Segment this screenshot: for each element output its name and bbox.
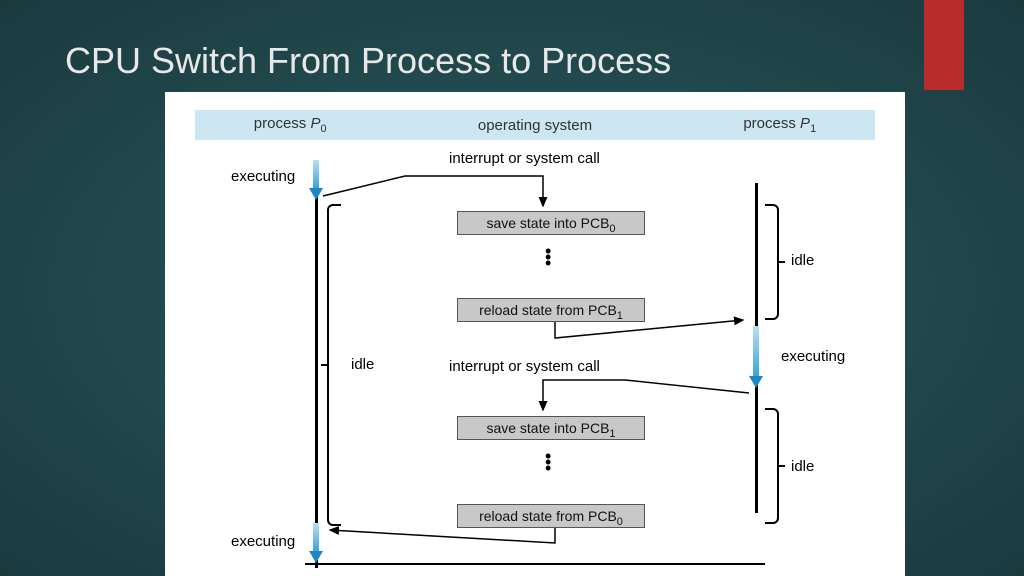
box-reload-pcb1-text: reload state from PCB	[479, 302, 617, 318]
label-idle-p1-bottom: idle	[791, 458, 814, 475]
dots-1: •••	[545, 248, 551, 266]
baseline	[305, 563, 765, 565]
label-interrupt-2: interrupt or system call	[449, 358, 600, 375]
box-save-pcb1: save state into PCB1	[457, 416, 645, 440]
box-save-pcb1-text: save state into PCB	[486, 420, 609, 436]
header-col-p1: process P1	[685, 115, 875, 135]
exec-arrow-p1	[749, 326, 763, 388]
box-save-pcb0-sub: 0	[609, 223, 615, 235]
box-save-pcb1-sub: 1	[609, 428, 615, 440]
box-reload-pcb0-text: reload state from PCB	[479, 508, 617, 524]
hdr-p0-word: process	[254, 115, 311, 132]
header-col-p0: process P0	[195, 115, 385, 135]
brace-idle-p1-bottom	[765, 408, 779, 524]
box-save-pcb0-text: save state into PCB	[486, 215, 609, 231]
timeline-p0	[315, 183, 318, 568]
diagram-area: interrupt or system call interrupt or sy…	[195, 148, 875, 568]
hdr-p0-sym: P	[310, 115, 320, 132]
brace-idle-p1-top	[765, 204, 779, 320]
accent-bar	[924, 0, 964, 90]
box-reload-pcb0: reload state from PCB0	[457, 504, 645, 528]
slide-title: CPU Switch From Process to Process	[65, 40, 671, 82]
dots-2: •••	[545, 453, 551, 471]
header-col-os: operating system	[385, 117, 684, 134]
label-executing-p0-bottom: executing	[231, 533, 295, 550]
box-save-pcb0: save state into PCB0	[457, 211, 645, 235]
hdr-p0-sub: 0	[320, 123, 326, 135]
hdr-p1-sym: P	[800, 115, 810, 132]
hdr-p1-sub: 1	[810, 123, 816, 135]
label-idle-p0: idle	[351, 356, 374, 373]
brace-idle-p0	[327, 204, 341, 526]
label-interrupt-1: interrupt or system call	[449, 150, 600, 167]
box-reload-pcb1-sub: 1	[617, 310, 623, 322]
exec-arrow-p0-bottom	[309, 523, 323, 563]
label-idle-p1-top: idle	[791, 252, 814, 269]
label-executing-p1: executing	[781, 348, 845, 365]
diagram-header: process P0 operating system process P1	[195, 110, 875, 140]
diagram-panel: process P0 operating system process P1 i…	[165, 92, 905, 576]
box-reload-pcb0-sub: 0	[617, 516, 623, 528]
box-reload-pcb1: reload state from PCB1	[457, 298, 645, 322]
hdr-p1-word: process	[743, 115, 800, 132]
label-executing-p0-top: executing	[231, 168, 295, 185]
exec-arrow-p0-top	[309, 160, 323, 200]
